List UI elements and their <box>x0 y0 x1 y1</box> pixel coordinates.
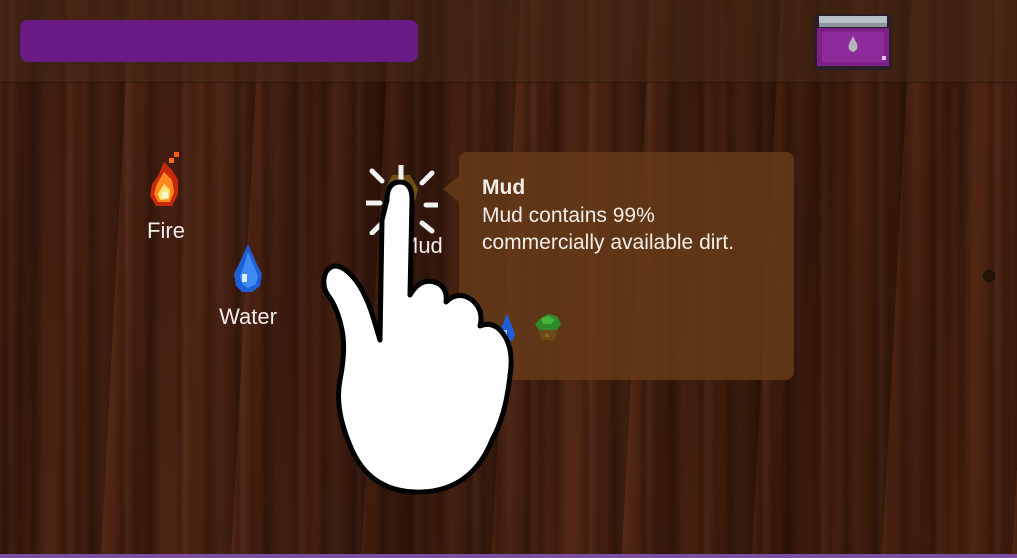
element-fire[interactable]: Fire <box>130 150 202 244</box>
water-drop-icon <box>234 244 262 292</box>
element-label: Water <box>219 304 277 329</box>
progress-bar <box>20 20 418 62</box>
top-bar <box>0 0 1017 82</box>
earth-icon <box>535 314 561 340</box>
element-water[interactable]: Water <box>210 240 286 330</box>
bottom-border <box>0 554 1017 558</box>
potion-jar-icon[interactable] <box>812 12 894 72</box>
small-dot-icon <box>983 270 995 282</box>
tap-hand-icon <box>321 179 514 495</box>
fire-icon <box>150 152 179 206</box>
element-label: Fire <box>147 218 185 243</box>
tooltip-description: Mud contains 99% commercially available … <box>482 204 735 254</box>
